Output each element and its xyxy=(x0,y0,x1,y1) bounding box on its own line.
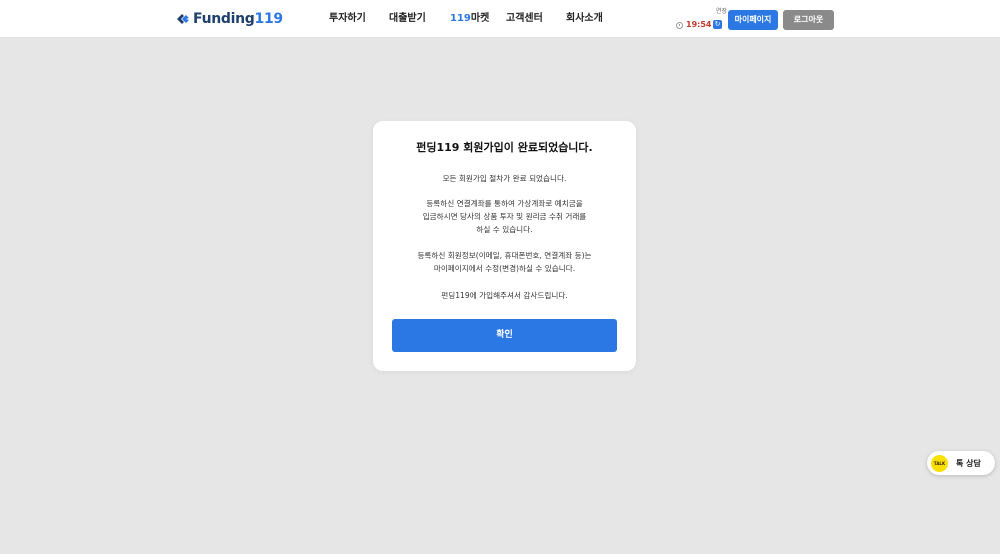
nav-about[interactable]: 회사소개 xyxy=(566,12,603,26)
nav-support[interactable]: 고객센터 xyxy=(506,12,543,26)
main-nav: 투자하기 대출받기 119마켓 고객센터 회사소개 xyxy=(0,12,1000,26)
dialog-title: 펀딩119 회원가입이 완료되었습니다. xyxy=(416,141,593,154)
session-timer: 19:54 xyxy=(676,20,711,30)
signup-complete-dialog: 펀딩119 회원가입이 완료되었습니다. 모든 회원가입 절차가 완료 되었습니… xyxy=(373,121,636,371)
kakao-talk-icon: TALK xyxy=(931,454,948,472)
session-time: 19:54 xyxy=(686,20,712,29)
kakao-talk-consult-button[interactable]: TALK 톡 상담 xyxy=(927,451,995,475)
refresh-icon[interactable]: ↻ xyxy=(713,20,722,29)
header: Funding119 투자하기 대출받기 119마켓 고객센터 회사소개 19:… xyxy=(0,0,1000,38)
dialog-message: 등록하신 회원정보(이메일, 휴대폰번호, 연결계좌 등)는 마이페이지에서 수… xyxy=(417,251,592,273)
talk-consult-label: 톡 상담 xyxy=(956,458,981,468)
clock-icon xyxy=(676,21,683,29)
session-extend-label: 연장 xyxy=(716,8,728,15)
dialog-message: 등록하신 연결계좌를 통하여 가상계좌로 예치금을 입금하시면 당사의 상품 투… xyxy=(422,199,587,234)
logout-button[interactable]: 로그아웃 xyxy=(783,10,834,30)
dialog-message: 모든 회원가입 절차가 완료 되었습니다. xyxy=(442,174,567,183)
nav-market[interactable]: 119마켓 xyxy=(450,12,489,26)
nav-loan[interactable]: 대출받기 xyxy=(389,12,426,26)
mypage-button[interactable]: 마이페이지 xyxy=(728,10,778,30)
nav-invest[interactable]: 투자하기 xyxy=(329,12,366,26)
confirm-button[interactable]: 확인 xyxy=(392,319,617,352)
dialog-message: 펀딩119에 가입해주셔서 감사드립니다. xyxy=(441,291,568,300)
